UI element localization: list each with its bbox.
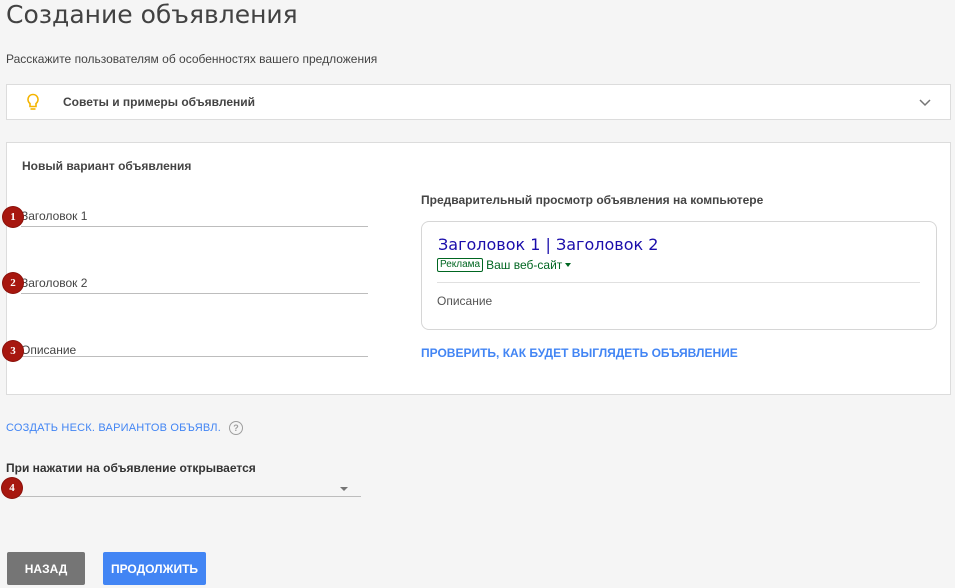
back-button[interactable]: НАЗАД [7, 552, 85, 585]
continue-button[interactable]: ПРОДОЛЖИТЬ [103, 552, 206, 585]
ad-badge: Реклама [437, 258, 484, 272]
tips-expander[interactable]: Советы и примеры объявлений [6, 84, 951, 120]
destination-select[interactable] [14, 480, 361, 497]
headline-2-input[interactable]: Заголовок 2 [21, 274, 368, 294]
description-input[interactable]: Описание [21, 341, 368, 357]
step-marker-4: 4 [2, 478, 22, 498]
tips-label: Советы и примеры объявлений [63, 95, 256, 109]
caret-down-icon [565, 263, 572, 267]
ad-preview-url-line: Реклама Ваш веб-сайт [437, 258, 572, 272]
page-title: Создание объявления [6, 0, 298, 29]
chevron-down-icon[interactable] [918, 97, 932, 107]
multi-variants-row: СОЗДАТЬ НЕСК. ВАРИАНТОВ ОБЪЯВЛ. ? [6, 421, 243, 435]
headline-2-placeholder: Заголовок 2 [21, 276, 88, 290]
step-marker-1: 1 [3, 207, 23, 227]
ad-preview: Заголовок 1 | Заголовок 2 Реклама Ваш ве… [421, 221, 937, 330]
ad-variant-card: Новый вариант объявления Заголовок 1 1 З… [3, 142, 951, 395]
preview-heading: Предварительный просмотр объявления на к… [421, 193, 764, 207]
ad-preview-headline: Заголовок 1 | Заголовок 2 [438, 235, 659, 254]
check-ad-appearance-link[interactable]: ПРОВЕРИТЬ, КАК БУДЕТ ВЫГЛЯДЕТЬ ОБЪЯВЛЕНИ… [421, 346, 738, 360]
step-marker-2: 2 [3, 273, 23, 293]
description-placeholder: Описание [21, 343, 77, 357]
destination-label: При нажатии на объявление открывается [6, 461, 256, 475]
page-subtitle: Расскажите пользователям об особенностях… [6, 52, 378, 66]
step-marker-3: 3 [3, 341, 23, 361]
dropdown-arrow-icon [340, 487, 348, 491]
ad-preview-description: Описание [437, 294, 493, 308]
help-icon[interactable]: ? [228, 421, 243, 435]
ad-preview-url: Ваш веб-сайт [486, 258, 563, 272]
preview-divider [437, 282, 920, 283]
headline-1-input[interactable]: Заголовок 1 [21, 207, 368, 227]
card-title: Новый вариант объявления [22, 159, 192, 173]
create-multiple-variants-link[interactable]: СОЗДАТЬ НЕСК. ВАРИАНТОВ ОБЪЯВЛ. [6, 422, 221, 434]
lightbulb-icon [27, 93, 39, 110]
headline-1-placeholder: Заголовок 1 [21, 209, 88, 223]
